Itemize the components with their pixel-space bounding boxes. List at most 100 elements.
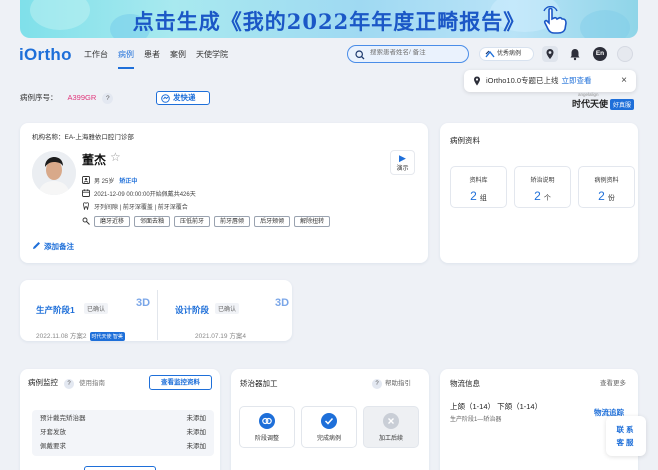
- stage-status-tag: 已确认: [84, 303, 109, 314]
- complete-case-button[interactable]: 完成病例: [301, 406, 357, 448]
- diagnosis-line: 牙列间隙 | 前牙深覆盖 | 前牙深覆合: [82, 202, 188, 211]
- stage-plan: 方案2: [69, 333, 87, 340]
- contact-support-button[interactable]: 联系 客服: [606, 416, 646, 456]
- case-data-boxes: 资料库 2组 矫治说明 2个 病例资料 2份: [450, 166, 635, 208]
- add-note-button[interactable]: 添加备注: [32, 241, 74, 252]
- monitor-guide-link[interactable]: 使用指南: [79, 380, 105, 387]
- start-date: 2021-12-09 00:00:00开始佩戴共426天: [94, 192, 196, 198]
- cases-icon: [485, 50, 495, 58]
- list-item: 预计戴完矫治器 未添加: [40, 412, 206, 426]
- monitor-help-icon[interactable]: ?: [64, 379, 74, 389]
- help-guide-link[interactable]: ? 帮助指引: [372, 377, 411, 389]
- stage-production[interactable]: 生产阶段1 已确认 3D 2022.11.08 方案2 时代天使 智美: [36, 292, 160, 341]
- contact-line: 联系: [616, 425, 636, 434]
- data-box-value: 2: [598, 189, 605, 203]
- express-icon: [161, 94, 170, 103]
- play-icon: ▶: [399, 153, 406, 163]
- appliance-title: 矫治器加工: [240, 379, 278, 388]
- excellent-cases-label: 优秀病例: [497, 51, 522, 57]
- id-card-icon: [82, 176, 90, 184]
- pointing-hand-icon: [543, 6, 567, 34]
- notice-toast: iOrtho10.0专题已上线 立即查看 ×: [464, 70, 636, 92]
- nav-cases[interactable]: 病例: [118, 49, 134, 69]
- case-data-card: 病例资料 资料库 2组 矫治说明 2个 病例资料 2份: [440, 123, 638, 263]
- notice-text: iOrtho10.0专题已上线: [486, 76, 559, 85]
- list-item: 佩戴要求 未添加: [40, 440, 206, 454]
- nav-patients[interactable]: 患者: [144, 49, 160, 69]
- procedure-chips: 磨牙近移 邻面去釉 压低前牙 前牙唇倾 后牙颊倾 解除扭转: [94, 216, 331, 227]
- promo-banner[interactable]: 点击生成《我的2022年年度正畸报告》: [20, 0, 638, 38]
- data-box-value: 2: [470, 189, 477, 203]
- iortho-logo[interactable]: iOrtho: [19, 45, 72, 65]
- stage-plan: 方案4: [229, 333, 246, 340]
- express-button[interactable]: 发快递: [156, 91, 210, 105]
- diagnosis: 牙列间隙 | 前牙深覆盖 | 前牙深覆合: [94, 205, 188, 211]
- appliance-tools: 阶段调整 完成病例 加工后续: [239, 406, 419, 448]
- stages-card: 生产阶段1 已确认 3D 2022.11.08 方案2 时代天使 智美 设计阶段 …: [20, 280, 292, 341]
- stage-title: 生产阶段1: [36, 305, 75, 315]
- stage-date: 2022.11.08: [36, 333, 69, 340]
- nav-workbench[interactable]: 工作台: [84, 49, 108, 69]
- monitor-item-label: 预计戴完矫治器: [40, 415, 86, 422]
- check-icon: [321, 413, 337, 429]
- express-label: 发快递: [173, 93, 196, 102]
- view-more-link[interactable]: 查看更多: [600, 377, 626, 387]
- procedure-chip: 磨牙近移: [94, 216, 131, 227]
- main-nav: 工作台 病例 患者 案例 天使学院: [84, 49, 238, 69]
- close-circle-icon: [383, 413, 399, 429]
- logistics-stage: 生产阶段1—矫治器: [450, 417, 502, 423]
- monitor-item-label: 佩戴要求: [40, 443, 66, 450]
- nav-examples[interactable]: 案例: [170, 49, 186, 69]
- case-data-title: 病例资料: [450, 136, 480, 145]
- view-monitor-button[interactable]: 查看监控资料: [149, 375, 212, 390]
- data-box-unit: 份: [607, 195, 615, 202]
- list-item: 牙套发放 未添加: [40, 426, 206, 440]
- organization-name: 机构名称：EA-上海雅依口腔门诊部: [32, 134, 134, 141]
- stage-title: 设计阶段: [175, 305, 210, 315]
- brand-name: 时代天使: [572, 99, 609, 109]
- monitor-item-label: 牙套发放: [40, 429, 66, 436]
- star-icon[interactable]: ☆: [110, 150, 121, 164]
- follow-up-processing-button[interactable]: 加工后续: [363, 406, 419, 448]
- procedure-chip: 前牙唇倾: [214, 216, 251, 227]
- calendar-icon: [82, 189, 90, 197]
- case-number: A399GR: [67, 93, 97, 102]
- user-avatar[interactable]: [617, 46, 633, 62]
- 3d-view-icon[interactable]: 3D: [275, 297, 289, 309]
- procedure-chip: 解除扭转: [294, 216, 331, 227]
- 3d-view-icon[interactable]: 3D: [136, 297, 150, 309]
- patient-search[interactable]: [347, 45, 469, 63]
- stage-design[interactable]: 设计阶段 已确认 3D 2021.07.19 方案4: [175, 292, 299, 340]
- case-help-icon[interactable]: ?: [102, 93, 114, 104]
- bell-icon[interactable]: [567, 46, 583, 62]
- stage-date: 2021.07.19: [195, 333, 228, 340]
- start-date-line: 2021-12-09 00:00:00开始佩戴共426天: [82, 189, 196, 198]
- tool-label: 加工后续: [378, 436, 403, 442]
- logistics-title: 物流信息: [450, 379, 480, 388]
- help-icon: ?: [372, 379, 382, 389]
- stage-adjust-button[interactable]: 阶段调整: [239, 406, 295, 448]
- language-switch[interactable]: En: [593, 47, 607, 61]
- search-input[interactable]: [370, 49, 465, 56]
- monitor-header: 病例监控? 使用指南: [28, 377, 105, 389]
- data-box-instructions[interactable]: 矫治说明 2个: [514, 166, 571, 208]
- close-icon[interactable]: ×: [621, 70, 627, 92]
- monitor-title: 病例监控: [28, 378, 58, 387]
- notice-view-link[interactable]: 立即查看: [562, 76, 592, 85]
- nav-academy[interactable]: 天使学院: [196, 49, 228, 69]
- data-box-library[interactable]: 资料库 2组: [450, 166, 507, 208]
- monitor-item-value: 未添加: [186, 415, 207, 422]
- gender-age-line: 男 25岁 矫正中: [82, 176, 137, 185]
- data-box-records[interactable]: 病例资料 2份: [578, 166, 635, 208]
- logistics-jaws: 上颌（1-14） 下颌（1-14）: [450, 402, 543, 411]
- location-icon[interactable]: [542, 46, 558, 62]
- data-box-unit: 组: [479, 195, 487, 202]
- monitor-action-button[interactable]: [84, 466, 156, 470]
- excellent-cases-button[interactable]: 优秀病例: [479, 47, 534, 61]
- stage-status-tag: 已确认: [215, 303, 240, 314]
- add-note-label: 添加备注: [44, 242, 74, 251]
- search-icon: [355, 50, 365, 60]
- patient-card: 机构名称：EA-上海雅依口腔门诊部 董杰 ☆ ▶ 演示 男 25岁 矫正中 202…: [20, 123, 428, 263]
- data-box-label: 资料库: [469, 178, 488, 184]
- demo-button[interactable]: ▶ 演示: [390, 150, 415, 175]
